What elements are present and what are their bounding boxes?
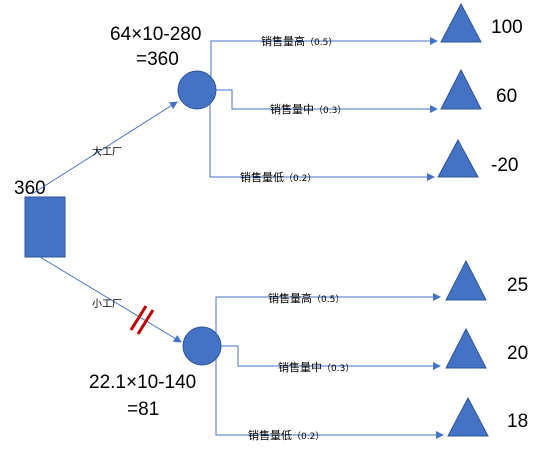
prune-mark [129,305,155,335]
branch-label-big-factory: 大工厂 [92,145,122,158]
decision-tree-diagram: 360 大工厂 小工厂 64×10-280 =360 销售量高 （0.5） 销售… [14,2,528,442]
big-formula-line1: 64×10-280 [110,24,201,45]
end-node-small-high [445,259,487,301]
small-formula-line2: =81 [127,399,159,420]
end-node-big-high [440,2,482,43]
small-low-payoff: 18 [507,411,528,432]
big-high-payoff: 100 [491,17,523,38]
end-node-small-mid [445,327,487,369]
small-low-prob: （0.2） [292,431,324,442]
small-high-label: 销售量高 [268,291,312,305]
big-mid-payoff: 60 [496,86,517,107]
big-mid-label: 销售量中 [270,102,314,116]
end-node-small-low [447,396,489,437]
end-node-big-mid [440,68,482,110]
big-high-prob: （0.5） [305,37,337,48]
small-high-payoff: 25 [507,275,528,296]
small-mid-payoff: 20 [507,343,528,364]
small-formula-line1: 22.1×10-140 [89,372,196,393]
chance-node-small [182,326,222,366]
decision-node [24,196,66,258]
outcome-line-small-mid [221,345,441,370]
small-high-prob: （0.5） [312,294,344,305]
small-low-label: 销售量低 [248,428,292,442]
branch-label-small-factory: 小工厂 [92,298,122,310]
big-low-payoff: -20 [491,155,518,176]
big-low-label: 销售量低 [240,170,284,184]
big-high-label: 销售量高 [261,34,305,48]
decision-tree-canvas: 360 大工厂 小工厂 64×10-280 =360 销售量高 （0.5） 销售… [0,0,544,452]
big-low-prob: （0.2） [284,173,316,184]
small-mid-prob: （0.3） [322,363,354,374]
end-node-big-low [437,138,479,178]
small-mid-label: 销售量中 [278,360,322,374]
big-mid-prob: （0.3） [314,105,346,116]
big-formula-line2: =360 [136,49,179,70]
